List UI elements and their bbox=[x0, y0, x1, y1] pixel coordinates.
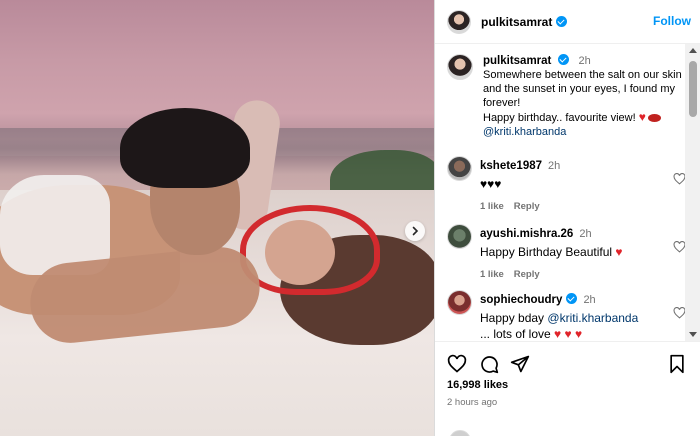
comment-text: Happy bday bbox=[480, 311, 545, 325]
avatar[interactable] bbox=[447, 224, 472, 249]
scroll-up-arrow-icon[interactable] bbox=[689, 48, 697, 53]
comment-item: kshete1987 2h ♥♥♥ 1 like Reply bbox=[447, 156, 685, 212]
post-photo bbox=[0, 0, 434, 436]
heart-emoji: ♥ bbox=[615, 245, 623, 259]
comment-text: Happy Birthday Beautiful bbox=[480, 245, 613, 259]
comment-item: ayushi.mishra.26 2h Happy Birthday Beauti… bbox=[447, 224, 685, 280]
caption-text-2: Happy birthday.. favourite view! bbox=[483, 112, 636, 124]
comment-username[interactable]: sophiechoudry bbox=[480, 294, 562, 306]
comment-likes[interactable]: 1 like bbox=[480, 269, 504, 280]
heart-emoji: ♥ ♥ ♥ bbox=[554, 327, 583, 341]
caption: pulkitsamrat 2h Somewhere between the sa… bbox=[447, 54, 683, 139]
comment-username[interactable]: kshete1987 bbox=[480, 160, 542, 172]
post-header: pulkitsamrat Follow bbox=[435, 0, 700, 44]
avatar[interactable] bbox=[447, 290, 472, 315]
verified-badge-icon bbox=[566, 293, 578, 304]
heart-emoji: ♥ bbox=[638, 110, 646, 124]
bookmark-icon[interactable] bbox=[667, 354, 687, 374]
avatar bbox=[449, 430, 471, 436]
comment-bubble-icon[interactable] bbox=[479, 354, 499, 374]
reply-button[interactable]: Reply bbox=[514, 269, 540, 280]
comment-likes[interactable]: 1 like bbox=[480, 201, 504, 212]
post-time: 2 hours ago bbox=[447, 397, 498, 408]
like-heart-icon[interactable] bbox=[447, 354, 467, 374]
post-actions: 16,998 likes 2 hours ago bbox=[435, 341, 700, 436]
caption-time: 2h bbox=[578, 55, 591, 67]
next-photo-button[interactable] bbox=[405, 221, 425, 241]
comments-scrollbar[interactable] bbox=[685, 44, 700, 341]
author-username[interactable]: pulkitsamrat bbox=[481, 15, 552, 29]
avatar[interactable] bbox=[447, 156, 472, 181]
reply-button[interactable]: Reply bbox=[514, 201, 540, 212]
scrollbar-thumb[interactable] bbox=[689, 61, 697, 117]
caption-mention[interactable]: @kriti.kharbanda bbox=[483, 125, 683, 139]
man-hair bbox=[120, 108, 250, 188]
heart-outline-icon[interactable] bbox=[673, 173, 685, 185]
comment-text-2: ... lots of love bbox=[480, 327, 551, 341]
avatar[interactable] bbox=[447, 54, 473, 80]
verified-badge-icon bbox=[556, 16, 568, 27]
caption-username[interactable]: pulkitsamrat bbox=[483, 55, 551, 67]
likes-count[interactable]: 16,998 likes bbox=[447, 379, 508, 391]
comment-time: 2h bbox=[579, 228, 592, 240]
kiss-emoji-icon bbox=[647, 114, 661, 122]
woman-face bbox=[265, 220, 335, 285]
comment-time: 2h bbox=[583, 294, 596, 306]
comments-list[interactable]: pulkitsamrat 2h Somewhere between the sa… bbox=[435, 44, 685, 341]
comment-username[interactable]: ayushi.mishra.26 bbox=[480, 228, 573, 240]
share-send-icon[interactable] bbox=[510, 354, 530, 374]
scroll-down-arrow-icon[interactable] bbox=[689, 332, 697, 337]
chevron-right-icon bbox=[412, 226, 419, 236]
post-side-panel: pulkitsamrat Follow pulkitsamrat 2h Some… bbox=[434, 0, 700, 436]
caption-text: Somewhere between the salt on our skin a… bbox=[483, 69, 682, 109]
comment-text: ♥♥♥ bbox=[480, 177, 502, 191]
follow-button[interactable]: Follow bbox=[653, 14, 691, 28]
comment-mention[interactable]: @kriti.kharbanda bbox=[547, 311, 638, 325]
comment-time: 2h bbox=[548, 160, 561, 172]
heart-outline-icon[interactable] bbox=[673, 241, 685, 253]
heart-outline-icon[interactable] bbox=[673, 307, 685, 319]
avatar[interactable] bbox=[447, 9, 471, 34]
comment-item: sophiechoudry 2h Happy bday @kriti.kharba… bbox=[447, 290, 685, 341]
verified-badge-icon bbox=[558, 54, 570, 65]
